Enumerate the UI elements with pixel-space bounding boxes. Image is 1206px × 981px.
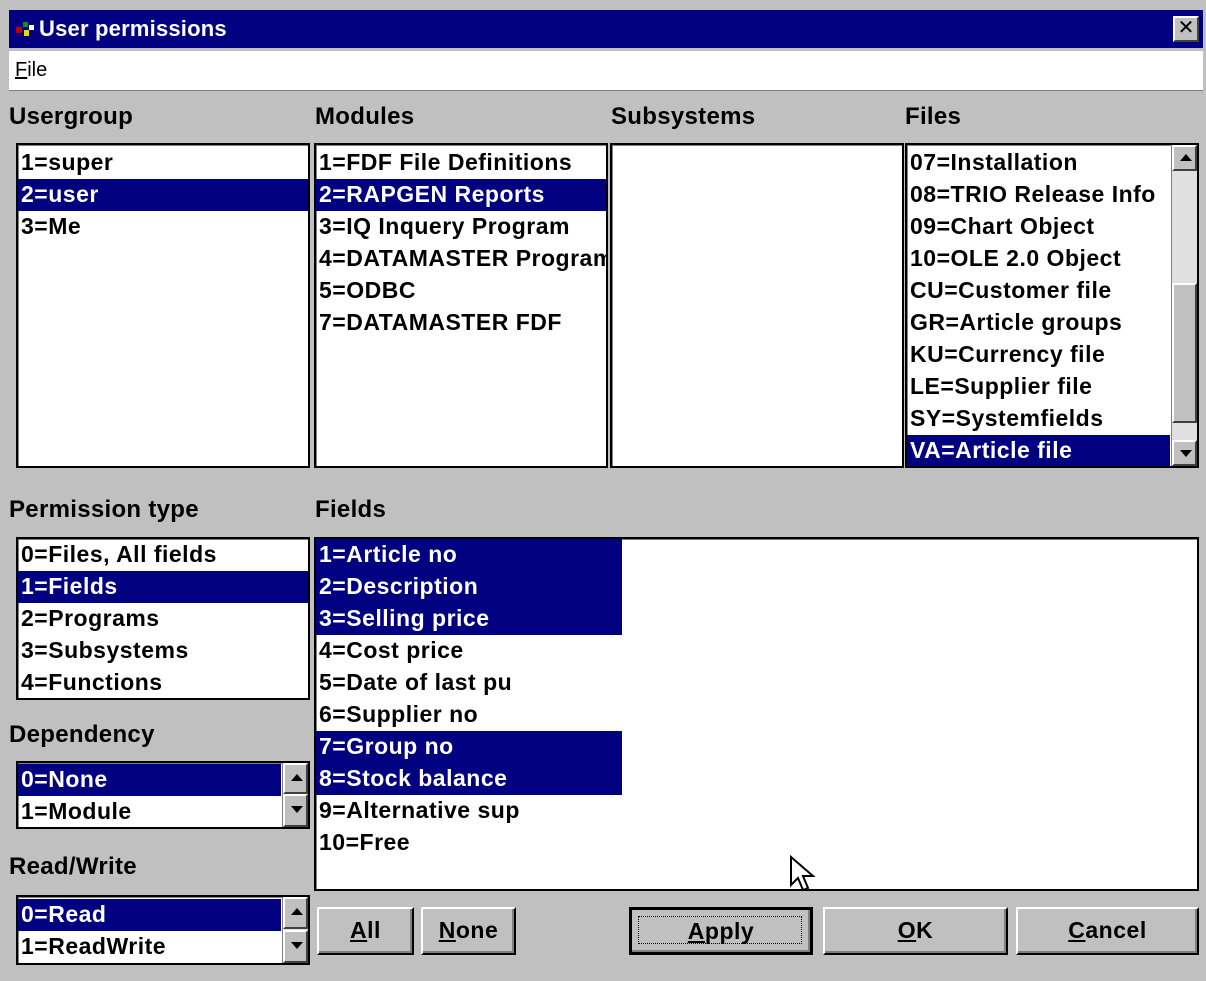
dependency-scroll-down-button[interactable] [283,794,308,827]
menu-file-label: ile [27,59,48,81]
user-permissions-window: User permissions ✕ File Usergroup Module… [0,0,1206,981]
file-item[interactable]: GR=Article groups [907,307,1170,339]
dependency-list[interactable]: 0=None 1=Module [16,761,310,829]
menu-file[interactable]: File [15,59,47,82]
files-scroll-thumb[interactable] [1172,283,1197,423]
app-icon [16,22,34,36]
module-item[interactable]: 5=ODBC [316,275,606,307]
dependency-items: 0=None 1=Module [18,764,281,827]
cancel-button-label: ancel [1085,917,1147,943]
ok-button-mnemonic: O [897,917,917,943]
field-item[interactable]: 7=Group no [316,731,622,763]
files-label: Files [905,103,962,130]
file-item[interactable]: SY=Systemfields [907,403,1170,435]
menu-bar: File [9,51,1203,91]
file-item[interactable]: 10=OLE 2.0 Object [907,243,1170,275]
dependency-scrollbar[interactable] [282,763,308,827]
modules-label: Modules [315,103,415,130]
ok-button[interactable]: OK [823,907,1008,955]
scroll-down-icon [291,806,303,813]
readwrite-items: 0=Read 1=ReadWrite [18,899,281,963]
files-scroll-down-button[interactable] [1172,440,1197,466]
readwrite-scroll-down-button[interactable] [283,930,308,963]
subsystems-label: Subsystems [611,103,756,130]
file-item[interactable]: LE=Supplier file [907,371,1170,403]
module-item[interactable]: 1=FDF File Definitions [316,147,606,179]
ok-button-label: K [916,917,934,943]
file-item[interactable]: 09=Chart Object [907,211,1170,243]
apply-button[interactable]: Apply [629,907,813,955]
dependency-scroll-up-button[interactable] [283,763,308,794]
menu-file-mnemonic: F [15,59,28,81]
permission-type-item[interactable]: 2=Programs [18,603,308,635]
files-list[interactable]: 07=Installation 08=TRIO Release Info 09=Ch… [905,143,1199,468]
usergroup-list[interactable]: 1=super 2=user 3=Me [16,143,310,468]
usergroup-item[interactable]: 2=user [18,179,308,211]
files-scrollbar[interactable] [1171,145,1197,466]
module-item[interactable]: 3=IQ Inquery Program [316,211,606,243]
none-button[interactable]: None [421,907,516,955]
all-button-mnemonic: A [350,917,368,943]
usergroup-item[interactable]: 3=Me [18,211,308,243]
permission-type-list[interactable]: 0=Files, All fields 1=Fields 2=Programs 3=S… [16,537,310,700]
title-bar[interactable]: User permissions ✕ [9,10,1203,48]
dependency-label: Dependency [9,721,155,748]
permission-type-item[interactable]: 1=Fields [18,571,308,603]
module-item[interactable]: 2=RAPGEN Reports [316,179,606,211]
readwrite-label: Read/Write [9,853,137,880]
all-button-label: ll [367,917,381,943]
permission-type-item[interactable]: 3=Subsystems [18,635,308,667]
scroll-down-icon [1180,450,1192,457]
field-item[interactable]: 2=Description [316,571,622,603]
close-icon: ✕ [1177,17,1195,39]
field-item[interactable]: 5=Date of last pu [316,667,622,699]
module-item[interactable]: 7=DATAMASTER FDF [316,307,606,339]
usergroup-item[interactable]: 1=super [18,147,308,179]
permission-type-item[interactable]: 0=Files, All fields [18,539,308,571]
scroll-down-icon [291,942,303,949]
files-scroll-up-button[interactable] [1172,145,1197,171]
field-item[interactable]: 6=Supplier no [316,699,622,731]
readwrite-scroll-up-button[interactable] [283,897,308,929]
dependency-item[interactable]: 0=None [18,764,281,796]
all-button[interactable]: All [317,907,414,955]
file-item[interactable]: CU=Customer file [907,275,1170,307]
fields-label: Fields [315,496,387,523]
files-items: 07=Installation 08=TRIO Release Info 09=Ch… [907,147,1170,466]
field-item[interactable]: 1=Article no [316,539,622,571]
fields-list[interactable]: 1=Article no 2=Description 3=Selling price… [314,537,1199,891]
dependency-item[interactable]: 1=Module [18,796,281,827]
file-item[interactable]: KU=Currency file [907,339,1170,371]
close-button[interactable]: ✕ [1173,16,1199,42]
readwrite-item[interactable]: 1=ReadWrite [18,931,281,963]
window-title: User permissions [39,16,227,41]
file-item[interactable]: 08=TRIO Release Info [907,179,1170,211]
field-item[interactable]: 3=Selling price [316,603,622,635]
field-item[interactable]: 9=Alternative sup [316,795,622,827]
apply-focus-ring [638,916,802,944]
permission-type-item[interactable]: 4=Functions [18,667,308,698]
cancel-button[interactable]: Cancel [1016,907,1199,955]
module-item[interactable]: 4=DATAMASTER Program [316,243,606,275]
readwrite-scrollbar[interactable] [282,897,308,963]
subsystems-list[interactable] [610,143,904,468]
mouse-pointer-icon [790,855,816,892]
field-item[interactable]: 4=Cost price [316,635,622,667]
none-button-label: one [455,917,499,943]
permission-type-label: Permission type [9,496,199,523]
file-item[interactable]: 07=Installation [907,147,1170,179]
scroll-up-icon [291,908,303,915]
cancel-button-mnemonic: C [1068,917,1086,943]
scroll-up-icon [1180,154,1192,161]
none-button-mnemonic: N [438,917,456,943]
readwrite-item[interactable]: 0=Read [18,899,281,931]
scroll-up-icon [291,774,303,781]
readwrite-list[interactable]: 0=Read 1=ReadWrite [16,895,310,965]
usergroup-label: Usergroup [9,103,134,130]
field-item[interactable]: 10=Free [316,827,622,859]
modules-list[interactable]: 1=FDF File Definitions 2=RAPGEN Reports 3=… [314,143,608,468]
file-item[interactable]: VA=Article file [907,435,1170,466]
field-item[interactable]: 8=Stock balance [316,763,622,795]
